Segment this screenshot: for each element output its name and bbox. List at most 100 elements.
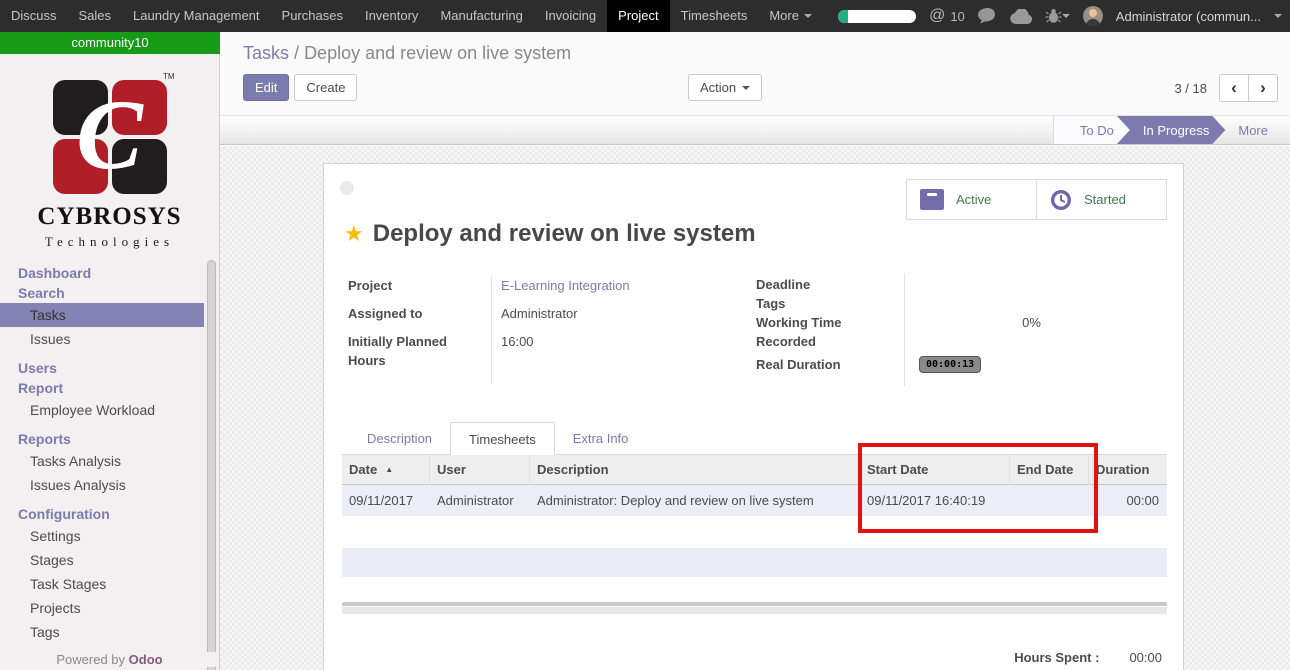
mentions-counter[interactable]: @ 10 [929,7,965,25]
form-sheet: Active Started ★ Deploy and review on li… [323,163,1184,670]
project-value-link[interactable]: E-Learning Integration [501,277,630,296]
record-pager: 3 / 18 ‹ › [1174,74,1278,102]
hours-spent-footer: Hours Spent : 00:00 [1014,650,1162,665]
kanban-state-dot[interactable] [340,181,354,195]
control-panel: Tasks / Deploy and review on live system… [220,32,1290,115]
chevron-down-icon [742,86,750,94]
nav-item-laundry-management[interactable]: Laundry Management [122,0,270,32]
column-header-date[interactable]: Date▲ [342,455,430,485]
pager-value: 3 / 18 [1174,81,1207,96]
nav-item-manufacturing[interactable]: Manufacturing [429,0,533,32]
cell-duration: 00:00 [1089,493,1167,508]
top-navbar: Discuss Sales Laundry Management Purchas… [0,0,1290,32]
tab-timesheets[interactable]: Timesheets [450,422,555,456]
sidebar: C TM CYBROSYS Technologies Dashboard Sea… [0,54,220,670]
sidebar-item-reports[interactable]: Reports [0,429,219,449]
task-title-row: ★ Deploy and review on live system [344,220,756,248]
pager-buttons: ‹ › [1219,74,1278,102]
pager-previous-button[interactable]: ‹ [1219,74,1249,102]
column-header-duration[interactable]: Duration [1089,455,1167,485]
timesheet-row[interactable]: 09/11/2017 Administrator Administrator: … [342,485,1167,516]
stage-in-progress[interactable]: In Progress [1117,116,1225,144]
field-group-left: Project E-Learning Integration Assigned … [348,277,748,380]
column-header-user[interactable]: User [430,455,530,485]
status-bar: To Do In Progress More [220,115,1290,145]
sidebar-menu: Dashboard Search Tasks Issues Users Repo… [0,263,219,644]
date-header-label: Date [349,462,377,477]
sidebar-item-settings[interactable]: Settings [0,524,219,548]
cloud-icon[interactable] [1010,9,1032,24]
horizontal-scrollbar[interactable] [342,602,1167,614]
sidebar-scrollbar[interactable] [207,260,216,670]
column-header-start-date[interactable]: Start Date [860,455,1010,485]
planned-hours-label: Initially Planned Hours [348,333,491,371]
field-planned-hours: Initially Planned Hours 16:00 [348,333,748,371]
nav-item-timesheets[interactable]: Timesheets [670,0,759,32]
star-icon[interactable]: ★ [344,223,364,245]
cell-user: Administrator [430,493,530,508]
action-dropdown-button[interactable]: Action [688,74,762,101]
breadcrumb-separator: / [294,43,299,63]
sidebar-item-dashboard[interactable]: Dashboard [0,263,219,283]
nav-item-inventory[interactable]: Inventory [354,0,429,32]
tags-label: Tags [756,295,914,314]
column-header-end-date[interactable]: End Date [1010,455,1089,485]
nav-item-more[interactable]: More [758,0,823,32]
working-time-recorded-label: Working Time Recorded [756,314,914,352]
field-real-duration: Real Duration 00:00:13 [756,356,1162,375]
chevron-down-icon[interactable] [1274,14,1282,22]
odoo-brand-link[interactable]: Odoo [129,652,163,667]
nav-item-discuss[interactable]: Discuss [0,0,68,32]
active-stat-button[interactable]: Active [906,179,1037,220]
sidebar-item-employee-workload[interactable]: Employee Workload [0,398,219,422]
user-menu-label[interactable]: Administrator (commun... [1116,9,1261,24]
sidebar-item-issues-analysis[interactable]: Issues Analysis [0,473,219,497]
nav-item-sales[interactable]: Sales [68,0,123,32]
sidebar-item-report[interactable]: Report [0,378,219,398]
nav-item-purchases[interactable]: Purchases [271,0,354,32]
sidebar-item-stages[interactable]: Stages [0,548,219,572]
timer-progress-bar[interactable] [838,10,916,23]
field-tags: Tags [756,295,1162,314]
field-deadline: Deadline [756,276,1162,295]
mention-count: 10 [950,9,964,24]
topbar-systray: @ 10 Administrator (commun... [838,6,1290,26]
sidebar-item-projects[interactable]: Projects [0,596,219,620]
action-label: Action [700,80,736,95]
sidebar-item-tags[interactable]: Tags [0,620,219,644]
form-view-background: Active Started ★ Deploy and review on li… [220,146,1290,670]
tab-description[interactable]: Description [349,422,450,454]
stat-buttons: Active Started [906,179,1167,220]
user-avatar[interactable] [1083,6,1103,26]
messages-icon[interactable] [978,8,997,25]
record-buttons: Edit Create [243,74,357,101]
pager-next-button[interactable]: › [1248,74,1278,102]
archive-icon [920,189,944,210]
assigned-to-label: Assigned to [348,305,491,324]
sidebar-item-issues[interactable]: Issues [0,327,219,351]
create-button[interactable]: Create [294,74,357,101]
stage-to-do[interactable]: To Do [1053,116,1130,144]
nav-item-invoicing[interactable]: Invoicing [534,0,607,32]
sidebar-item-configuration[interactable]: Configuration [0,504,219,524]
column-header-description[interactable]: Description [530,455,860,485]
sidebar-item-tasks-analysis[interactable]: Tasks Analysis [0,449,219,473]
breadcrumb: Tasks / Deploy and review on live system [243,43,571,64]
screen: Discuss Sales Laundry Management Purchas… [0,0,1290,670]
debug-bug-icon[interactable] [1045,8,1070,24]
sidebar-item-search[interactable]: Search [0,283,219,303]
nav-item-project[interactable]: Project [607,0,669,32]
sidebar-item-tasks[interactable]: Tasks [0,303,204,327]
sidebar-item-task-stages[interactable]: Task Stages [0,572,219,596]
logo-mark: C [53,80,167,194]
started-stat-button[interactable]: Started [1036,179,1167,220]
cell-date: 09/11/2017 [342,493,430,508]
real-duration-label: Real Duration [756,356,914,375]
breadcrumb-tasks-link[interactable]: Tasks [243,43,289,63]
field-project: Project E-Learning Integration [348,277,748,296]
empty-add-row[interactable] [342,548,1167,577]
sidebar-item-users[interactable]: Users [0,358,219,378]
field-assigned-to: Assigned to Administrator [348,305,748,324]
edit-button[interactable]: Edit [243,74,289,101]
tab-extra-info[interactable]: Extra Info [555,422,647,454]
